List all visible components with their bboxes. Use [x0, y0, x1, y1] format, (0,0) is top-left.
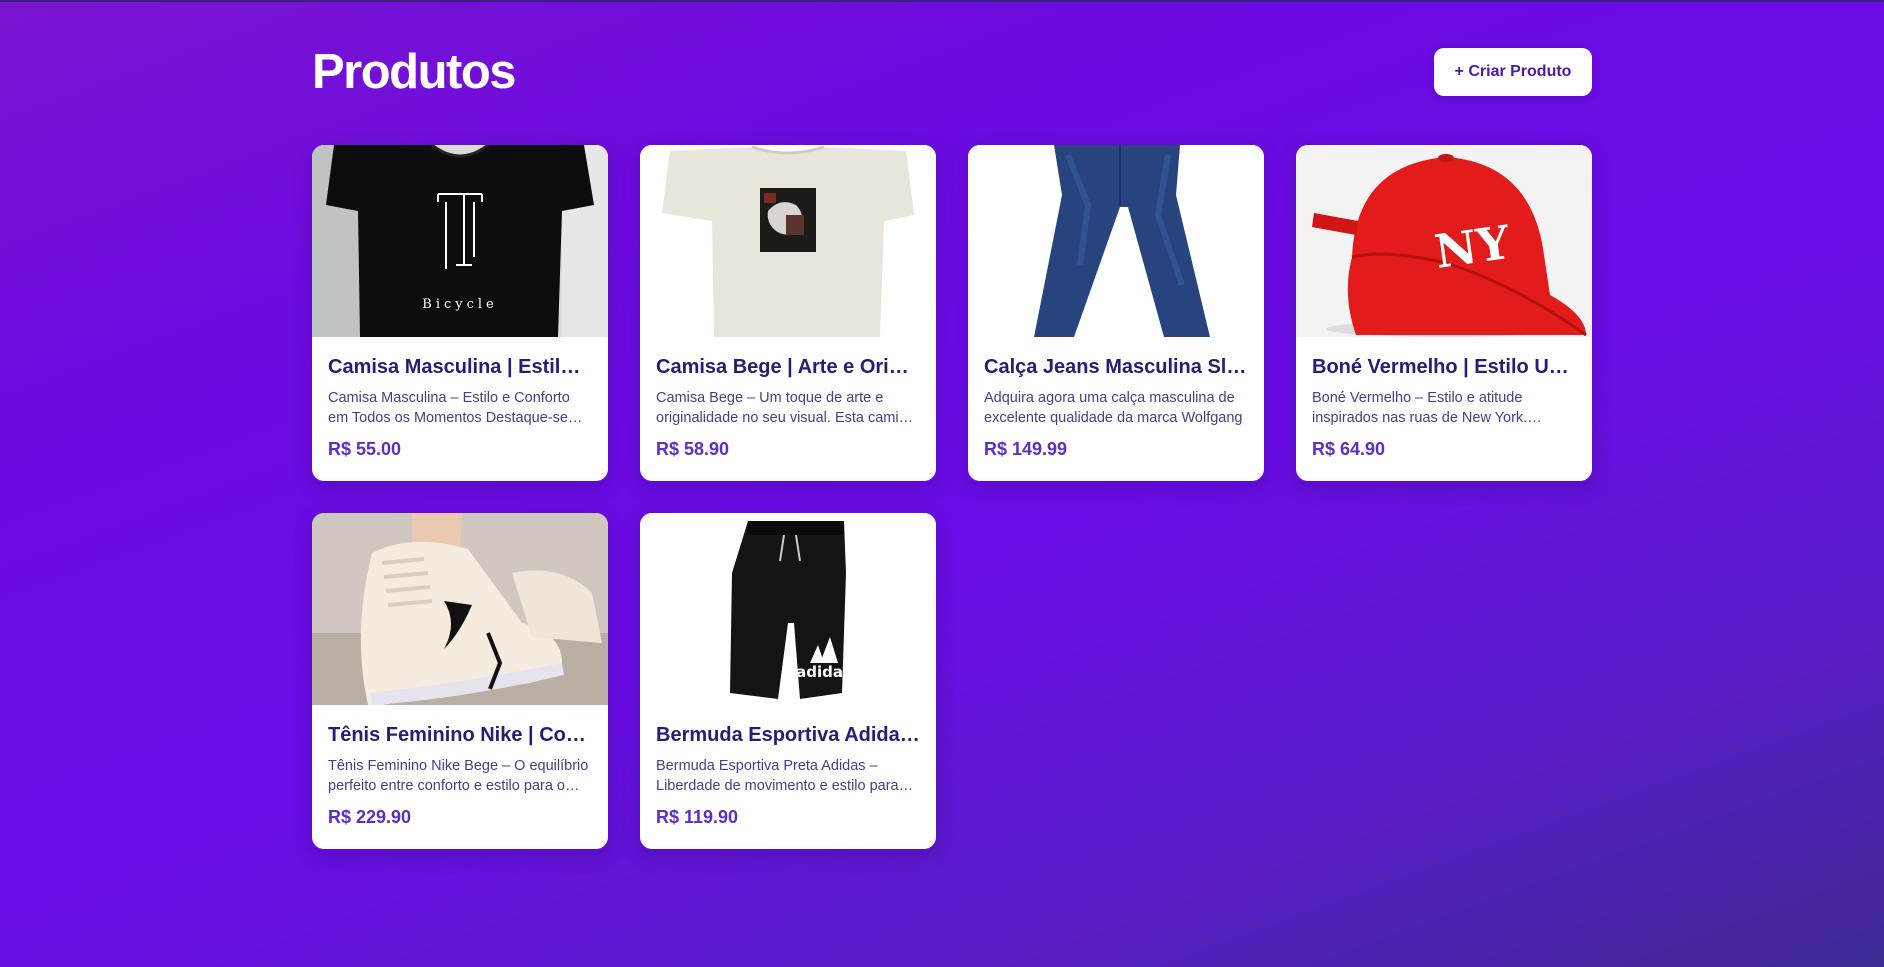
product-price: R$ 119.90	[656, 807, 739, 827]
beige-tshirt-art-print-image	[640, 145, 936, 337]
products-page: Produtos + Criar Produto Bicycle Camisa …	[312, 45, 1592, 849]
product-card[interactable]: Tênis Feminino Nike | Conforto e Estilo …	[312, 513, 608, 849]
create-product-button[interactable]: + Criar Produto	[1434, 48, 1592, 96]
product-description: Bermuda Esportiva Preta Adidas – Liberda…	[656, 758, 899, 794]
black-adidas-shorts-image: adidas	[640, 513, 936, 705]
product-description: Camisa Masculina – Estilo e Conforto em …	[328, 390, 570, 426]
bicycle-logo-text: Bicycle	[422, 297, 497, 312]
page-header: Produtos + Criar Produto	[312, 45, 1592, 99]
product-title: Calça Jeans Masculina Slim Wolfgang	[984, 356, 1248, 378]
product-price: R$ 58.90	[656, 439, 730, 459]
product-description: Tênis Feminino Nike Bege – O equilíbrio …	[328, 758, 589, 794]
top-border	[0, 0, 1884, 2]
ny-logo-text: NY	[1431, 215, 1514, 279]
product-card[interactable]: Calça Jeans Masculina Slim Wolfgang Adqu…	[968, 145, 1264, 481]
product-card[interactable]: NY Boné Vermelho | Estilo Urbano NY Boné…	[1296, 145, 1592, 481]
page-title: Produtos	[312, 45, 517, 99]
product-description: Boné Vermelho – Estilo e atitude inspira…	[1312, 390, 1528, 426]
product-title: Boné Vermelho | Estilo Urbano NY	[1312, 356, 1576, 378]
product-title: Camisa Masculina | Estilo e Conforto	[328, 356, 592, 378]
product-grid: Bicycle Camisa Masculina | Estilo e Conf…	[312, 145, 1592, 849]
product-title: Tênis Feminino Nike | Conforto e Estilo	[328, 724, 592, 746]
product-description: Adquira agora uma calça masculina de exc…	[984, 390, 1243, 426]
product-price: R$ 149.99	[984, 439, 1068, 459]
product-title: Camisa Bege | Arte e Originalidade	[656, 356, 920, 378]
product-description: Camisa Bege – Um toque de arte e origina…	[656, 390, 914, 426]
product-card[interactable]: Bicycle Camisa Masculina | Estilo e Conf…	[312, 145, 608, 481]
card-body: Boné Vermelho | Estilo Urbano NY Boné Ve…	[1296, 337, 1592, 460]
product-card[interactable]: Camisa Bege | Arte e Originalidade Camis…	[640, 145, 936, 481]
card-body: Camisa Bege | Arte e Originalidade Camis…	[640, 337, 936, 460]
card-body: Calça Jeans Masculina Slim Wolfgang Adqu…	[968, 337, 1264, 460]
beige-nike-sneaker-image	[312, 513, 608, 705]
blue-jeans-image	[968, 145, 1264, 337]
card-body: Tênis Feminino Nike | Conforto e Estilo …	[312, 705, 608, 828]
card-body: Camisa Masculina | Estilo e Conforto Cam…	[312, 337, 608, 460]
product-price: R$ 64.90	[1312, 439, 1386, 459]
product-price: R$ 55.00	[328, 439, 402, 459]
card-body: Bermuda Esportiva Adidas Preta Bermuda E…	[640, 705, 936, 828]
product-title: Bermuda Esportiva Adidas Preta	[656, 724, 920, 746]
product-price: R$ 229.90	[328, 807, 412, 827]
red-ny-cap-image: NY	[1296, 145, 1592, 337]
adidas-logo-text: adidas	[796, 663, 852, 681]
product-card[interactable]: adidas Bermuda Esportiva Adidas Preta Be…	[640, 513, 936, 849]
black-tshirt-bicycle-image: Bicycle	[312, 145, 608, 337]
